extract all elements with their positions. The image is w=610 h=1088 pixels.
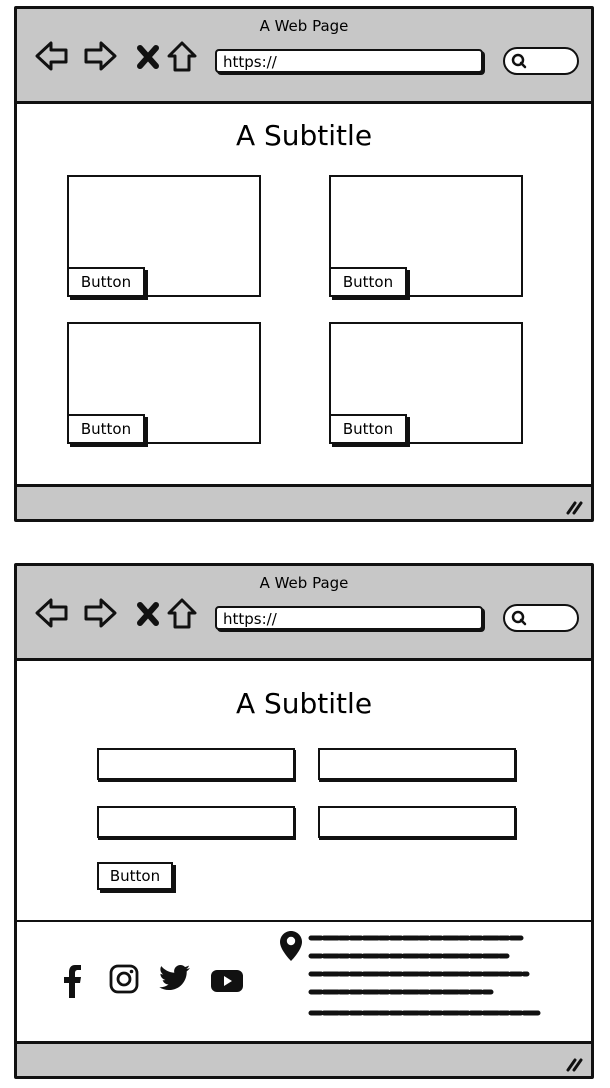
address-bar[interactable]: https:// [215, 49, 483, 73]
status-bar [17, 484, 591, 519]
submit-button[interactable]: Button [97, 862, 173, 890]
page-subtitle: A Subtitle [235, 119, 373, 152]
browser-toolbar: A Web Page https:// [17, 566, 591, 661]
forward-arrow-icon[interactable] [83, 596, 117, 630]
search-box[interactable] [503, 604, 579, 632]
stop-icon[interactable] [131, 596, 165, 630]
map-pin-icon [280, 931, 302, 961]
text-input[interactable] [318, 806, 516, 838]
card: Button [67, 175, 261, 297]
footer-address-scribble [308, 935, 542, 1016]
card: Button [329, 175, 523, 297]
resize-handle-icon[interactable] [565, 1056, 583, 1072]
home-icon[interactable] [165, 39, 199, 73]
browser-toolbar: A Web Page https:// [17, 9, 591, 104]
search-icon [511, 53, 527, 69]
youtube-icon[interactable] [211, 970, 243, 992]
window-title: A Web Page [259, 17, 349, 35]
text-input[interactable] [97, 806, 295, 838]
home-icon[interactable] [165, 596, 199, 630]
stop-icon[interactable] [131, 39, 165, 73]
footer-divider [17, 920, 591, 922]
page-subtitle: A Subtitle [235, 687, 373, 720]
address-bar[interactable]: https:// [215, 606, 483, 630]
facebook-icon[interactable] [61, 964, 83, 998]
card: Button [67, 322, 261, 444]
instagram-icon[interactable] [109, 964, 139, 994]
status-bar [17, 1041, 591, 1076]
search-icon [511, 610, 527, 626]
card-button[interactable]: Button [329, 267, 407, 297]
back-arrow-icon[interactable] [35, 596, 69, 630]
card-button[interactable]: Button [329, 414, 407, 444]
card: Button [329, 322, 523, 444]
forward-arrow-icon[interactable] [83, 39, 117, 73]
search-box[interactable] [503, 47, 579, 75]
back-arrow-icon[interactable] [35, 39, 69, 73]
twitter-icon[interactable] [159, 964, 191, 992]
text-input[interactable] [97, 748, 295, 780]
resize-handle-icon[interactable] [565, 499, 583, 515]
text-input[interactable] [318, 748, 516, 780]
browser-window-form: A Web Page https:// A Subtitle Button [14, 563, 594, 1079]
window-title: A Web Page [259, 574, 349, 592]
card-button[interactable]: Button [67, 267, 145, 297]
card-button[interactable]: Button [67, 414, 145, 444]
browser-window-cards: A Web Page https:// A Subtitle Button Bu… [14, 6, 594, 522]
